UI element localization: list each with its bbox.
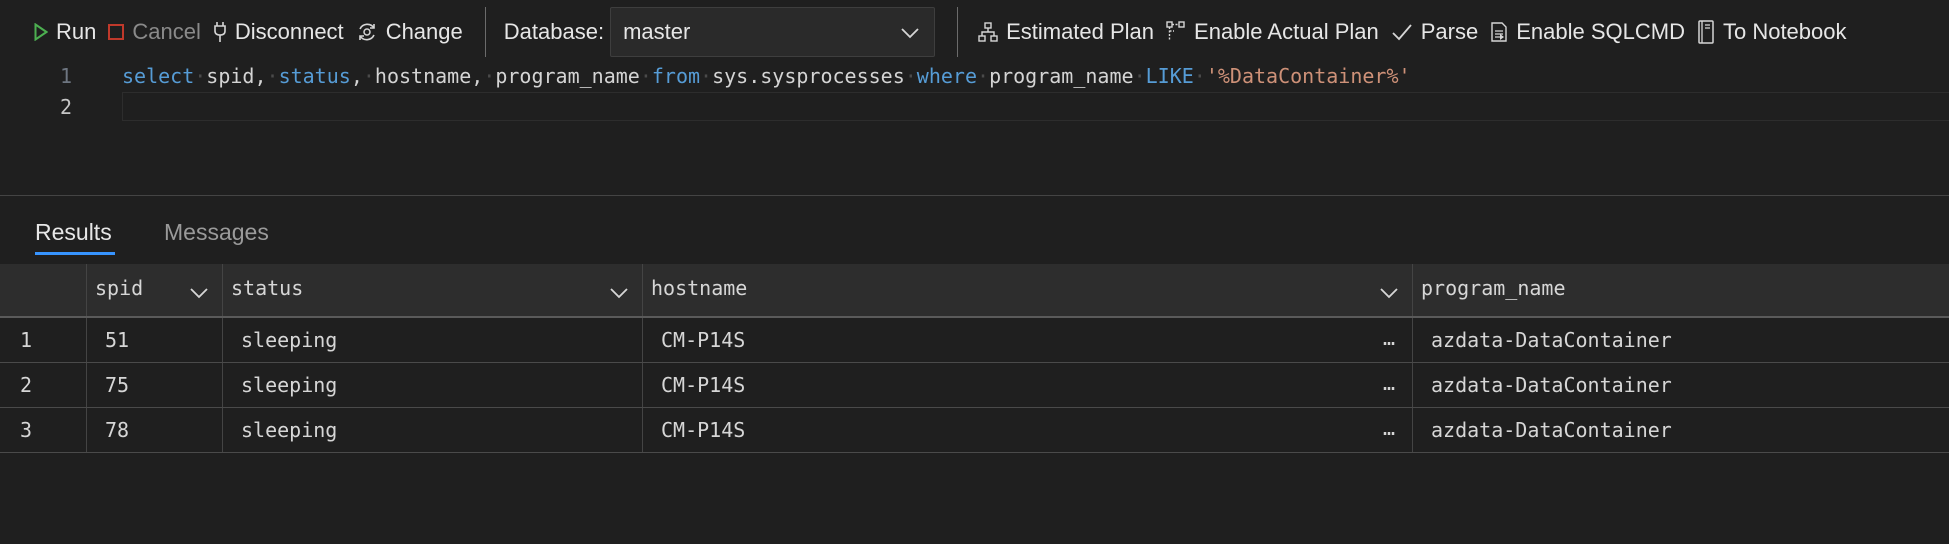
disconnect-label: Disconnect [234,19,344,44]
sql-code: select·spid,·status,·hostname,·program_n… [122,64,1411,88]
token-string-literal: '%DataContainer%' [1205,64,1411,88]
cell-spid[interactable]: 78 [86,408,223,452]
token-from: from [651,64,701,88]
disconnect-button[interactable]: Disconnect [207,12,350,52]
token-like: LIKE [1145,64,1194,88]
cell-hostname[interactable]: CM-P14S… [642,408,1413,452]
grid-header: spid status hostname program_name [0,264,1949,318]
row-number-cell[interactable]: 3 [0,408,87,452]
token-table: sys.sysprocesses [712,64,905,88]
parse-button[interactable]: Parse [1385,12,1484,52]
tab-results[interactable]: Results [35,212,112,252]
chevron-down-icon[interactable] [609,280,629,304]
tab-messages[interactable]: Messages [164,212,269,252]
column-header-program-name[interactable]: program_name [1412,264,1949,316]
cell-spid[interactable]: 75 [86,363,223,407]
chevron-down-icon [900,19,920,45]
cell-hostname[interactable]: CM-P14S… [642,318,1413,362]
line-number: 1 [59,64,72,88]
database-select[interactable]: master [610,7,936,57]
panel-divider[interactable] [0,195,1949,196]
cancel-label: Cancel [132,19,201,44]
truncation-ellipsis: … [1382,416,1395,440]
column-header-hostname[interactable]: hostname [642,264,1413,316]
editor-line-1[interactable]: 1 select·spid,·status,·hostname,·program… [0,60,1949,92]
line-number: 2 [59,95,72,119]
notebook-icon [1697,20,1715,44]
current-line-highlight [122,92,1949,121]
table-row[interactable]: 3 78 sleeping CM-P14S… azdata-DataContai… [0,408,1949,453]
column-header-spid[interactable]: spid [86,264,223,316]
column-header-label: status [231,276,304,300]
to-notebook-label: To Notebook [1722,19,1847,44]
token-hostname: hostname, [374,64,484,88]
database-value: master [623,19,691,44]
sqlcmd-icon [1490,22,1508,42]
sql-editor[interactable]: 1 select·spid,·status,·hostname,·program… [0,60,1949,195]
play-icon [34,23,48,41]
enable-actual-plan-button[interactable]: Enable Actual Plan [1160,12,1385,52]
change-label: Change [385,19,463,44]
column-header-status[interactable]: status [222,264,643,316]
toolbar-separator [484,7,486,57]
token-status: status [278,64,351,88]
chevron-down-icon[interactable] [189,280,209,304]
truncation-ellipsis: … [1382,326,1395,350]
enable-sqlcmd-button[interactable]: Enable SQLCMD [1484,12,1691,52]
disconnect-plug-icon [213,21,227,43]
query-editor-window: Run Cancel Disconnect Change Database: m… [0,0,1949,544]
cell-program-name[interactable]: azdata-DataContainer [1412,318,1949,362]
row-number-cell[interactable]: 2 [0,363,87,407]
cell-hostname[interactable]: CM-P14S… [642,363,1413,407]
chevron-down-icon[interactable] [1379,280,1399,304]
column-header-label: hostname [651,276,748,300]
token-where: where [916,64,978,88]
token-select: select [122,64,195,88]
toolbar-separator [957,7,959,57]
cell-spid[interactable]: 51 [86,318,223,362]
column-header-label: program_name [1421,276,1566,300]
to-notebook-button[interactable]: To Notebook [1691,12,1853,52]
change-connection-icon [356,21,378,43]
cancel-button[interactable]: Cancel [102,12,206,52]
database-label: Database: [503,19,605,44]
results-tabs: Results Messages [0,200,1949,256]
cell-status[interactable]: sleeping [222,408,643,452]
token-spid: spid, [206,64,267,88]
token-column: program_name [989,64,1134,88]
editor-line-2[interactable]: 2 [0,91,1949,123]
actual-plan-icon [1166,21,1186,43]
row-number-cell[interactable]: 1 [0,318,87,362]
estimated-plan-button[interactable]: Estimated Plan [972,12,1160,52]
parse-label: Parse [1420,19,1479,44]
table-row[interactable]: 2 75 sleeping CM-P14S… azdata-DataContai… [0,363,1949,408]
hierarchy-icon [978,22,998,42]
row-number-header [0,264,87,316]
token-program-name: program_name [495,64,640,88]
stop-icon [108,24,125,40]
column-header-label: spid [95,276,144,300]
cell-program-name[interactable]: azdata-DataContainer [1412,363,1949,407]
run-label: Run [56,19,97,44]
cell-status[interactable]: sleeping [222,363,643,407]
token-comma: , [350,64,363,88]
cell-program-name[interactable]: azdata-DataContainer [1412,408,1949,452]
run-button[interactable]: Run [28,12,102,52]
query-toolbar: Run Cancel Disconnect Change Database: m… [0,0,1949,64]
truncation-ellipsis: … [1382,371,1395,395]
cell-status[interactable]: sleeping [222,318,643,362]
checkmark-icon [1391,23,1413,41]
table-row[interactable]: 1 51 sleeping CM-P14S… azdata-DataContai… [0,318,1949,363]
active-tab-indicator [35,252,115,255]
enable-sqlcmd-label: Enable SQLCMD [1516,19,1685,44]
estimated-plan-label: Estimated Plan [1006,19,1155,44]
change-connection-button[interactable]: Change [350,12,469,52]
enable-actual-plan-label: Enable Actual Plan [1194,19,1379,44]
